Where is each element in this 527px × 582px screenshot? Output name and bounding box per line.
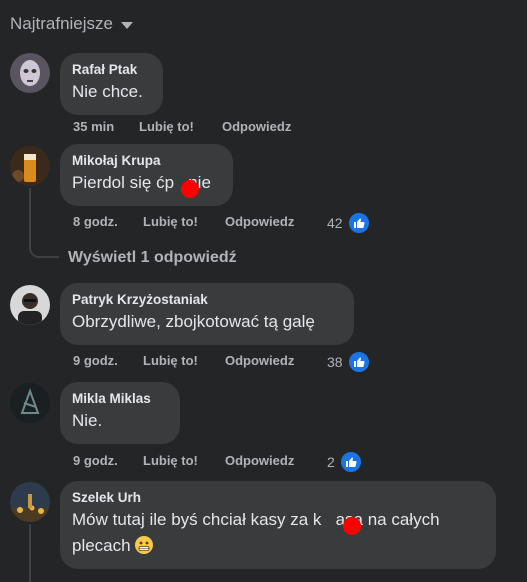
comment-bubble: Rafał Ptak Nie chce. <box>60 53 163 115</box>
thread-line <box>29 524 31 582</box>
view-replies-link[interactable]: Wyświetl 1 odpowiedź <box>68 249 237 267</box>
comment-bubble: Mikołaj Krupa Pierdol się ćp nie <box>60 144 233 206</box>
comment-time[interactable]: 8 godz. <box>73 214 118 229</box>
caret-down-icon <box>121 22 133 29</box>
comment-text: Nie. <box>72 411 103 430</box>
avatar[interactable] <box>10 53 50 93</box>
comment-author[interactable]: Rafał Ptak <box>72 61 151 79</box>
comment-author[interactable]: Mikołaj Krupa <box>72 152 221 170</box>
sort-label: Najtrafniejsze <box>10 14 113 33</box>
comment-author[interactable]: Patryk Krzyżostaniak <box>72 291 342 309</box>
like-button[interactable]: Lubię to! <box>139 119 194 134</box>
reaction-number: 38 <box>327 354 343 370</box>
redaction-dot <box>181 180 199 198</box>
comment-time[interactable]: 35 min <box>73 119 114 134</box>
reaction-number: 2 <box>327 454 335 470</box>
comment-text-line-2: plecach <box>72 533 484 559</box>
reaction-count[interactable]: 38 <box>327 350 371 374</box>
comment-text: Obrzydliwe, zbojkotować tą galę <box>72 312 315 331</box>
avatar[interactable] <box>10 482 50 522</box>
comment-bubble: Patryk Krzyżostaniak Obrzydliwe, zbojkot… <box>60 283 354 345</box>
comment-text-line-1: Mów tutaj ile byś chciał kasy za k asa n… <box>72 510 440 529</box>
grimace-emoji-icon <box>135 536 154 554</box>
reaction-count[interactable]: 2 <box>327 450 363 474</box>
reaction-number: 42 <box>327 215 343 231</box>
reaction-count[interactable]: 42 <box>327 211 371 235</box>
avatar[interactable] <box>10 146 50 186</box>
comment-time[interactable]: 9 godz. <box>73 453 118 468</box>
comment-bubble: Mikla Miklas Nie. <box>60 382 180 444</box>
comment-text: Nie chce. <box>72 82 143 101</box>
comment-bubble: Szelek Urh Mów tutaj ile byś chciał kasy… <box>60 481 496 569</box>
sort-dropdown[interactable]: Najtrafniejsze <box>10 14 133 34</box>
reply-button[interactable]: Odpowiedz <box>225 453 294 468</box>
reply-button[interactable]: Odpowiedz <box>222 119 291 134</box>
reply-button[interactable]: Odpowiedz <box>225 353 294 368</box>
avatar[interactable] <box>10 383 50 423</box>
thread-line <box>29 188 59 258</box>
comment-text-line-2-text: plecach <box>72 536 131 555</box>
like-button[interactable]: Lubię to! <box>143 353 198 368</box>
comment-author[interactable]: Szelek Urh <box>72 489 484 507</box>
thumbs-up-icon <box>346 350 371 374</box>
like-button[interactable]: Lubię to! <box>143 214 198 229</box>
like-button[interactable]: Lubię to! <box>143 453 198 468</box>
redaction-dot <box>343 517 361 535</box>
thumbs-up-icon <box>338 450 363 474</box>
comment-time[interactable]: 9 godz. <box>73 353 118 368</box>
reply-button[interactable]: Odpowiedz <box>225 214 294 229</box>
thumbs-up-icon <box>346 211 371 235</box>
avatar[interactable] <box>10 285 50 325</box>
comment-text: Pierdol się ćp nie <box>72 173 211 192</box>
comment-author[interactable]: Mikla Miklas <box>72 390 168 408</box>
